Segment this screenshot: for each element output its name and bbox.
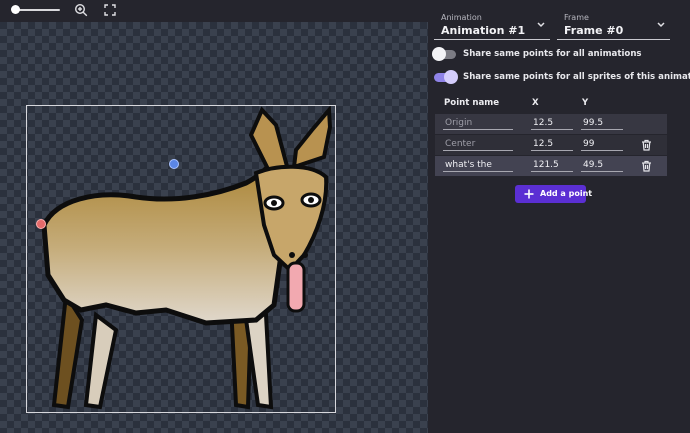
share-points-all-animations-toggle[interactable] xyxy=(432,47,456,61)
animation-select[interactable]: Animation Animation #1 xyxy=(434,10,550,40)
table-header: Point name X Y xyxy=(435,94,667,113)
frame-select-value: Frame #0 xyxy=(564,24,624,37)
zoom-slider[interactable] xyxy=(14,9,60,11)
point-y-field[interactable]: 99.5 xyxy=(581,117,623,130)
frame-select[interactable]: Frame Frame #0 xyxy=(557,10,670,40)
table-row: Origin 12.5 99.5 xyxy=(435,114,667,134)
point-y-field[interactable]: 49.5 xyxy=(581,159,623,172)
sprite-bounding-frame xyxy=(26,105,336,413)
sprite-canvas[interactable] xyxy=(0,22,428,433)
plus-icon xyxy=(524,189,534,199)
points-table: Point name X Y Origin 12.5 99.5 Center 1… xyxy=(435,94,667,176)
share-points-all-animations-row: Share same points for all animations xyxy=(432,47,688,63)
column-header-point-name: Point name xyxy=(444,98,500,108)
share-points-all-sprites-row: Share same points for all sprites of thi… xyxy=(433,70,690,86)
column-header-y: Y xyxy=(582,98,589,108)
zoom-slider-thumb[interactable] xyxy=(11,5,20,14)
point-name-field[interactable]: Origin xyxy=(443,117,513,130)
point-x-field[interactable]: 12.5 xyxy=(531,138,573,151)
point-x-field[interactable]: 121.5 xyxy=(531,159,573,172)
animation-select-label: Animation xyxy=(441,13,482,22)
sprite-points-editor: Animation Animation #1 Frame Frame #0 Sh… xyxy=(0,0,690,433)
point-y-field[interactable]: 99 xyxy=(581,138,623,151)
share-points-all-sprites-toggle[interactable] xyxy=(434,70,458,84)
trash-icon[interactable] xyxy=(641,139,652,151)
frame-select-label: Frame xyxy=(564,13,589,22)
fit-to-screen-icon[interactable] xyxy=(103,3,117,17)
origin-point-marker[interactable] xyxy=(36,219,46,229)
canvas-toolbar xyxy=(0,0,428,22)
center-point-marker[interactable] xyxy=(169,159,179,169)
share-points-all-sprites-label: Share same points for all sprites of thi… xyxy=(463,72,690,82)
trash-icon[interactable] xyxy=(641,160,652,172)
zoom-in-icon[interactable] xyxy=(74,3,88,17)
chevron-down-icon xyxy=(657,22,665,28)
column-header-x: X xyxy=(532,98,539,108)
chevron-down-icon xyxy=(537,22,545,28)
animation-select-value: Animation #1 xyxy=(441,24,526,37)
point-name-field[interactable]: what's the xyxy=(443,159,513,172)
toggle-knob xyxy=(444,70,458,84)
toggle-knob xyxy=(432,47,446,61)
point-name-field[interactable]: Center xyxy=(443,138,513,151)
share-points-all-animations-label: Share same points for all animations xyxy=(463,49,642,59)
add-point-label: Add a point xyxy=(540,189,593,198)
table-row: Center 12.5 99 xyxy=(435,135,667,155)
points-panel: Animation Animation #1 Frame Frame #0 Sh… xyxy=(428,0,690,433)
add-point-button[interactable]: Add a point xyxy=(515,185,592,203)
table-row: what's the 121.5 49.5 xyxy=(435,156,667,176)
point-x-field[interactable]: 12.5 xyxy=(531,117,573,130)
